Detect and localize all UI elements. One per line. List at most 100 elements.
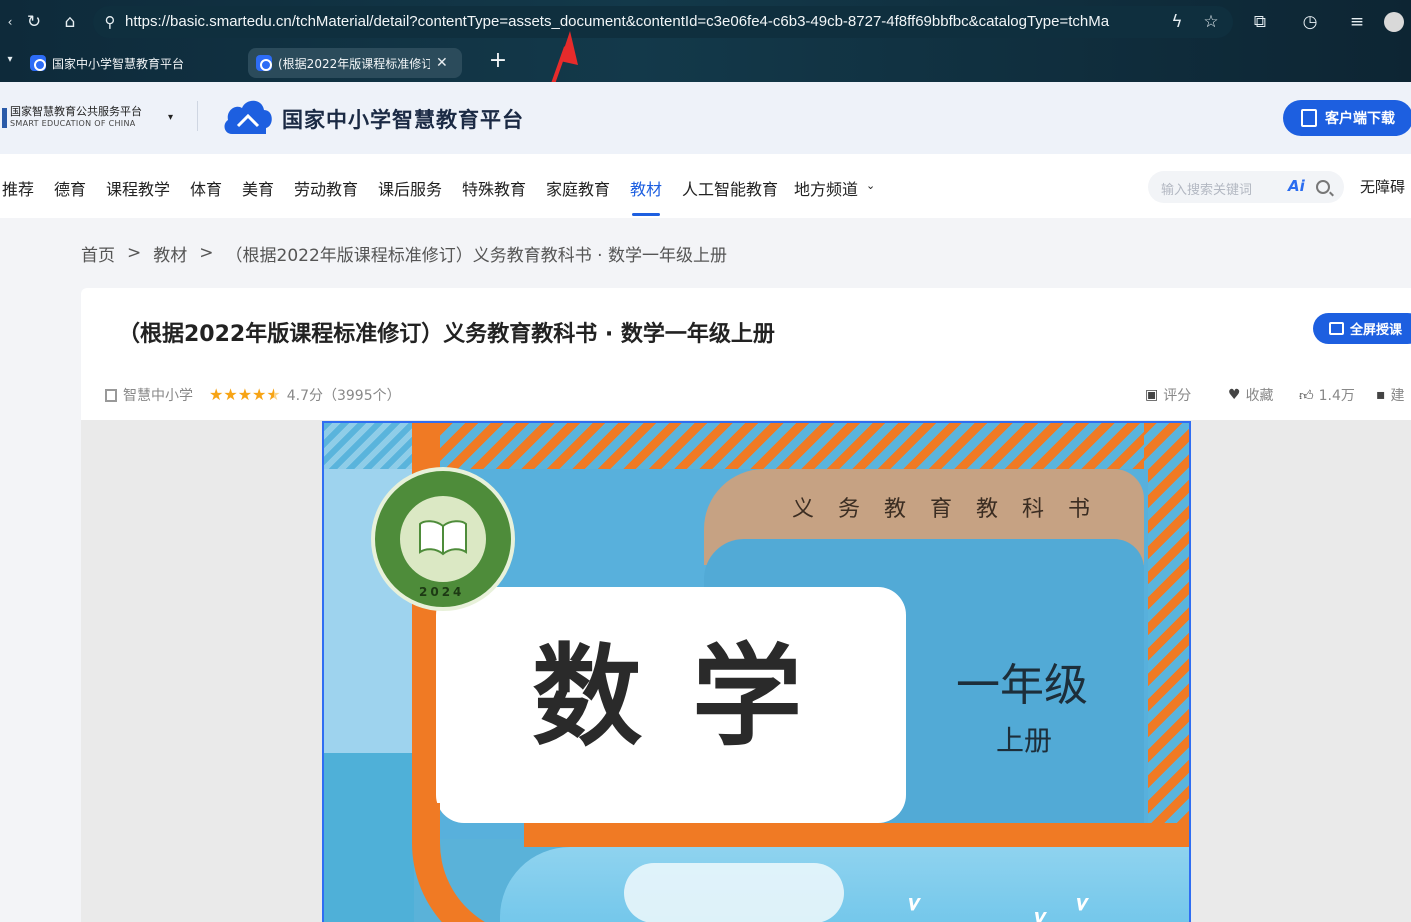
cover-grade: 一年级 [956, 660, 1088, 711]
suggest-label: 建 [1390, 388, 1405, 404]
cloud-book-logo-icon [224, 100, 272, 134]
bird-icon: 𝝂 [1076, 891, 1089, 916]
star-icon: ★ [209, 385, 224, 404]
cover-right-stripes [1144, 423, 1189, 823]
search-placeholder: 输入搜索关键词 [1161, 183, 1253, 198]
menu-icon[interactable]: ≡ [1347, 12, 1367, 32]
like-count: 1.4万 [1318, 388, 1355, 404]
breadcrumb: 首页 > 教材 > （根据2022年版课程标准修订）义务教育教科书 · 数学一年… [81, 241, 727, 266]
tab-list-caret-icon[interactable]: ▾ [0, 50, 20, 70]
cover-subject: 数学 [532, 632, 852, 761]
cover-left-band-dark [324, 753, 414, 922]
cover-series-title: 义务教育教科书 [792, 497, 1115, 522]
nav-item-sports[interactable]: 体育 [190, 176, 222, 200]
nav-item-family[interactable]: 家庭教育 [546, 176, 610, 200]
nav-item-after-school[interactable]: 课后服务 [378, 176, 442, 200]
star-icon: ★ [237, 385, 253, 404]
fullscreen-teach-button[interactable]: 全屏授课 [1313, 313, 1411, 344]
site-favicon-icon [30, 55, 46, 71]
home-icon[interactable]: ⌂ [60, 12, 80, 32]
lightning-icon[interactable]: ϟ [1167, 12, 1187, 32]
tab-label: 国家中小学智慧教育平台 [52, 56, 185, 71]
search-input[interactable]: 输入搜索关键词 Ai [1148, 171, 1344, 203]
star-icon: ★ [252, 385, 267, 404]
chevron-down-icon[interactable]: ▾ [168, 112, 173, 123]
nav-item-labor[interactable]: 劳动教育 [294, 176, 358, 200]
nav-item-ai-education[interactable]: 人工智能教育 [682, 176, 778, 200]
sponsor-name: 国家智慧教育公共服务平台 [10, 105, 142, 118]
search-icon: ⚲ [104, 13, 116, 31]
address-row: ‹ ↻ ⌂ ⚲ https://basic.smartedu.cn/tchMat… [0, 0, 1411, 44]
open-book-icon [419, 520, 467, 556]
half-star-icon: ★ [266, 385, 281, 404]
cover-corner-pattern [324, 423, 414, 469]
tab-home[interactable]: 国家中小学智慧教育平台 [22, 48, 232, 78]
nav-item-textbooks[interactable]: 教材 [630, 176, 662, 200]
bird-icon: 𝝂 [908, 891, 921, 916]
close-icon[interactable]: ✕ [436, 55, 448, 71]
meta-row: 智慧中小学 ★ ★ ★ ★ ★ 4.7分 （3995个） [105, 385, 401, 405]
publisher-name: 智慧中小学 [123, 388, 193, 404]
cover-volume: 上册 [996, 724, 1053, 757]
building-icon [105, 388, 117, 402]
client-download-label: 客户端下载 [1325, 111, 1395, 127]
reload-icon[interactable]: ↻ [24, 12, 44, 32]
new-tab-icon[interactable]: + [488, 50, 508, 74]
nav-item-local[interactable]: 地方频道 [794, 176, 858, 200]
browser-chrome: ‹ ↻ ⌂ ⚲ https://basic.smartedu.cn/tchMat… [0, 0, 1411, 82]
ai-search-icon[interactable]: Ai [1288, 177, 1305, 195]
textbook-cover-image: 义务教育教科书 数学 一年级 上册 𝝂 𝝂 𝝂 2024 [322, 421, 1191, 922]
tab-current[interactable]: (根据2022年版课程标准修订 ✕ [248, 48, 462, 78]
site-favicon-icon [256, 55, 272, 71]
nav-item-recommend[interactable]: 推荐 [2, 176, 34, 200]
star-rating: ★ ★ ★ ★ ★ [209, 387, 281, 403]
sponsor-name-en: SMART EDUCATION OF CHINA [10, 119, 136, 128]
cover-cloud [624, 863, 844, 922]
rate-label: 评分 [1163, 388, 1192, 404]
fullscreen-label: 全屏授课 [1350, 323, 1403, 338]
sponsor-logo-icon [2, 108, 7, 128]
heart-icon: ♥ [1228, 387, 1241, 403]
favorite-action[interactable]: ♥ 收藏 [1228, 385, 1274, 405]
search-icon[interactable] [1316, 180, 1330, 194]
tab-strip: ▾ 国家中小学智慧教育平台 (根据2022年版课程标准修订 ✕ + [0, 44, 1411, 82]
profile-avatar[interactable] [1384, 12, 1404, 32]
client-download-button[interactable]: 客户端下载 [1283, 100, 1411, 136]
rate-action[interactable]: ▣ 评分 [1145, 385, 1191, 405]
nav-item-moral[interactable]: 德育 [54, 176, 86, 200]
header-divider [197, 101, 198, 131]
seal-inner [397, 493, 489, 585]
breadcrumb-separator: > [127, 243, 142, 263]
breadcrumb-textbooks[interactable]: 教材 [153, 241, 187, 266]
cover-top-stripes [440, 423, 1189, 469]
like-action[interactable]: 👍︎ 1.4万 [1299, 385, 1355, 405]
breadcrumb-current: （根据2022年版课程标准修订）义务教育教科书 · 数学一年级上册 [225, 245, 727, 266]
nav-item-courses[interactable]: 课程教学 [106, 176, 170, 200]
approval-seal: 2024 [371, 467, 515, 611]
nav-item-arts[interactable]: 美育 [242, 176, 274, 200]
active-nav-indicator [632, 213, 660, 216]
cover-orange-band [524, 823, 1189, 847]
url-text[interactable]: https://basic.smartedu.cn/tchMaterial/de… [125, 12, 1135, 32]
history-icon[interactable]: ◷ [1300, 12, 1320, 32]
suggest-action[interactable]: ▪ 建 [1376, 385, 1405, 405]
breadcrumb-separator: > [199, 243, 214, 263]
site-logo-text[interactable]: 国家中小学智慧教育平台 [282, 104, 524, 134]
star-icon: ★ [223, 385, 238, 404]
chevron-down-icon[interactable]: ⌄ [866, 179, 875, 192]
device-icon [1301, 109, 1317, 127]
comment-icon: ▣ [1145, 387, 1159, 403]
seal-year: 2024 [419, 585, 465, 599]
rating-count: （3995个） [322, 388, 401, 404]
main-nav: 推荐 德育 课程教学 体育 美育 劳动教育 课后服务 特殊教育 家庭教育 教材 … [0, 154, 1411, 218]
thumbs-up-icon: 👍︎ [1299, 387, 1314, 404]
back-caret-icon[interactable]: ‹ [0, 12, 20, 32]
star-icon[interactable]: ☆ [1201, 12, 1221, 32]
breadcrumb-home[interactable]: 首页 [81, 241, 115, 266]
accessibility-link[interactable]: 无障碍 [1360, 176, 1405, 197]
tab-label: (根据2022年版课程标准修订 [278, 56, 430, 71]
sponsor-platform-link[interactable]: 国家智慧教育公共服务平台 SMART EDUCATION OF CHINA [2, 106, 142, 132]
site-header: 国家智慧教育公共服务平台 SMART EDUCATION OF CHINA ▾ [0, 82, 1411, 154]
extensions-icon[interactable]: ⧉ [1250, 12, 1270, 32]
nav-item-special[interactable]: 特殊教育 [462, 176, 526, 200]
